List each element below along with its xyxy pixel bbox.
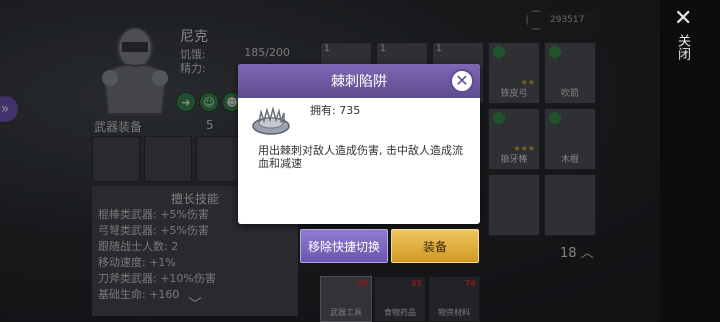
spike-trap-icon xyxy=(252,106,290,135)
close-icon[interactable]: ✕ xyxy=(674,8,692,30)
owned-count: 拥有: 735 xyxy=(310,104,361,117)
item-detail-modal: 棘刺陷阱 ✕ 拥有: 735 用出棘刺对敌人造成伤害, 击中敌人造成流血和减速 xyxy=(238,64,480,224)
close-icon: ✕ xyxy=(455,71,469,90)
equip-button[interactable]: 装备 xyxy=(391,229,479,263)
modal-close-button[interactable]: ✕ xyxy=(450,69,474,93)
modal-header: 棘刺陷阱 xyxy=(238,64,480,98)
remove-quick-switch-button[interactable]: 移除快捷切换 xyxy=(300,229,388,263)
item-description: 用出棘刺对敌人造成伤害, 击中敌人造成流血和减速 xyxy=(258,144,463,170)
close-label[interactable]: 关闭 xyxy=(675,34,690,60)
modal-title: 棘刺陷阱 xyxy=(331,74,387,90)
